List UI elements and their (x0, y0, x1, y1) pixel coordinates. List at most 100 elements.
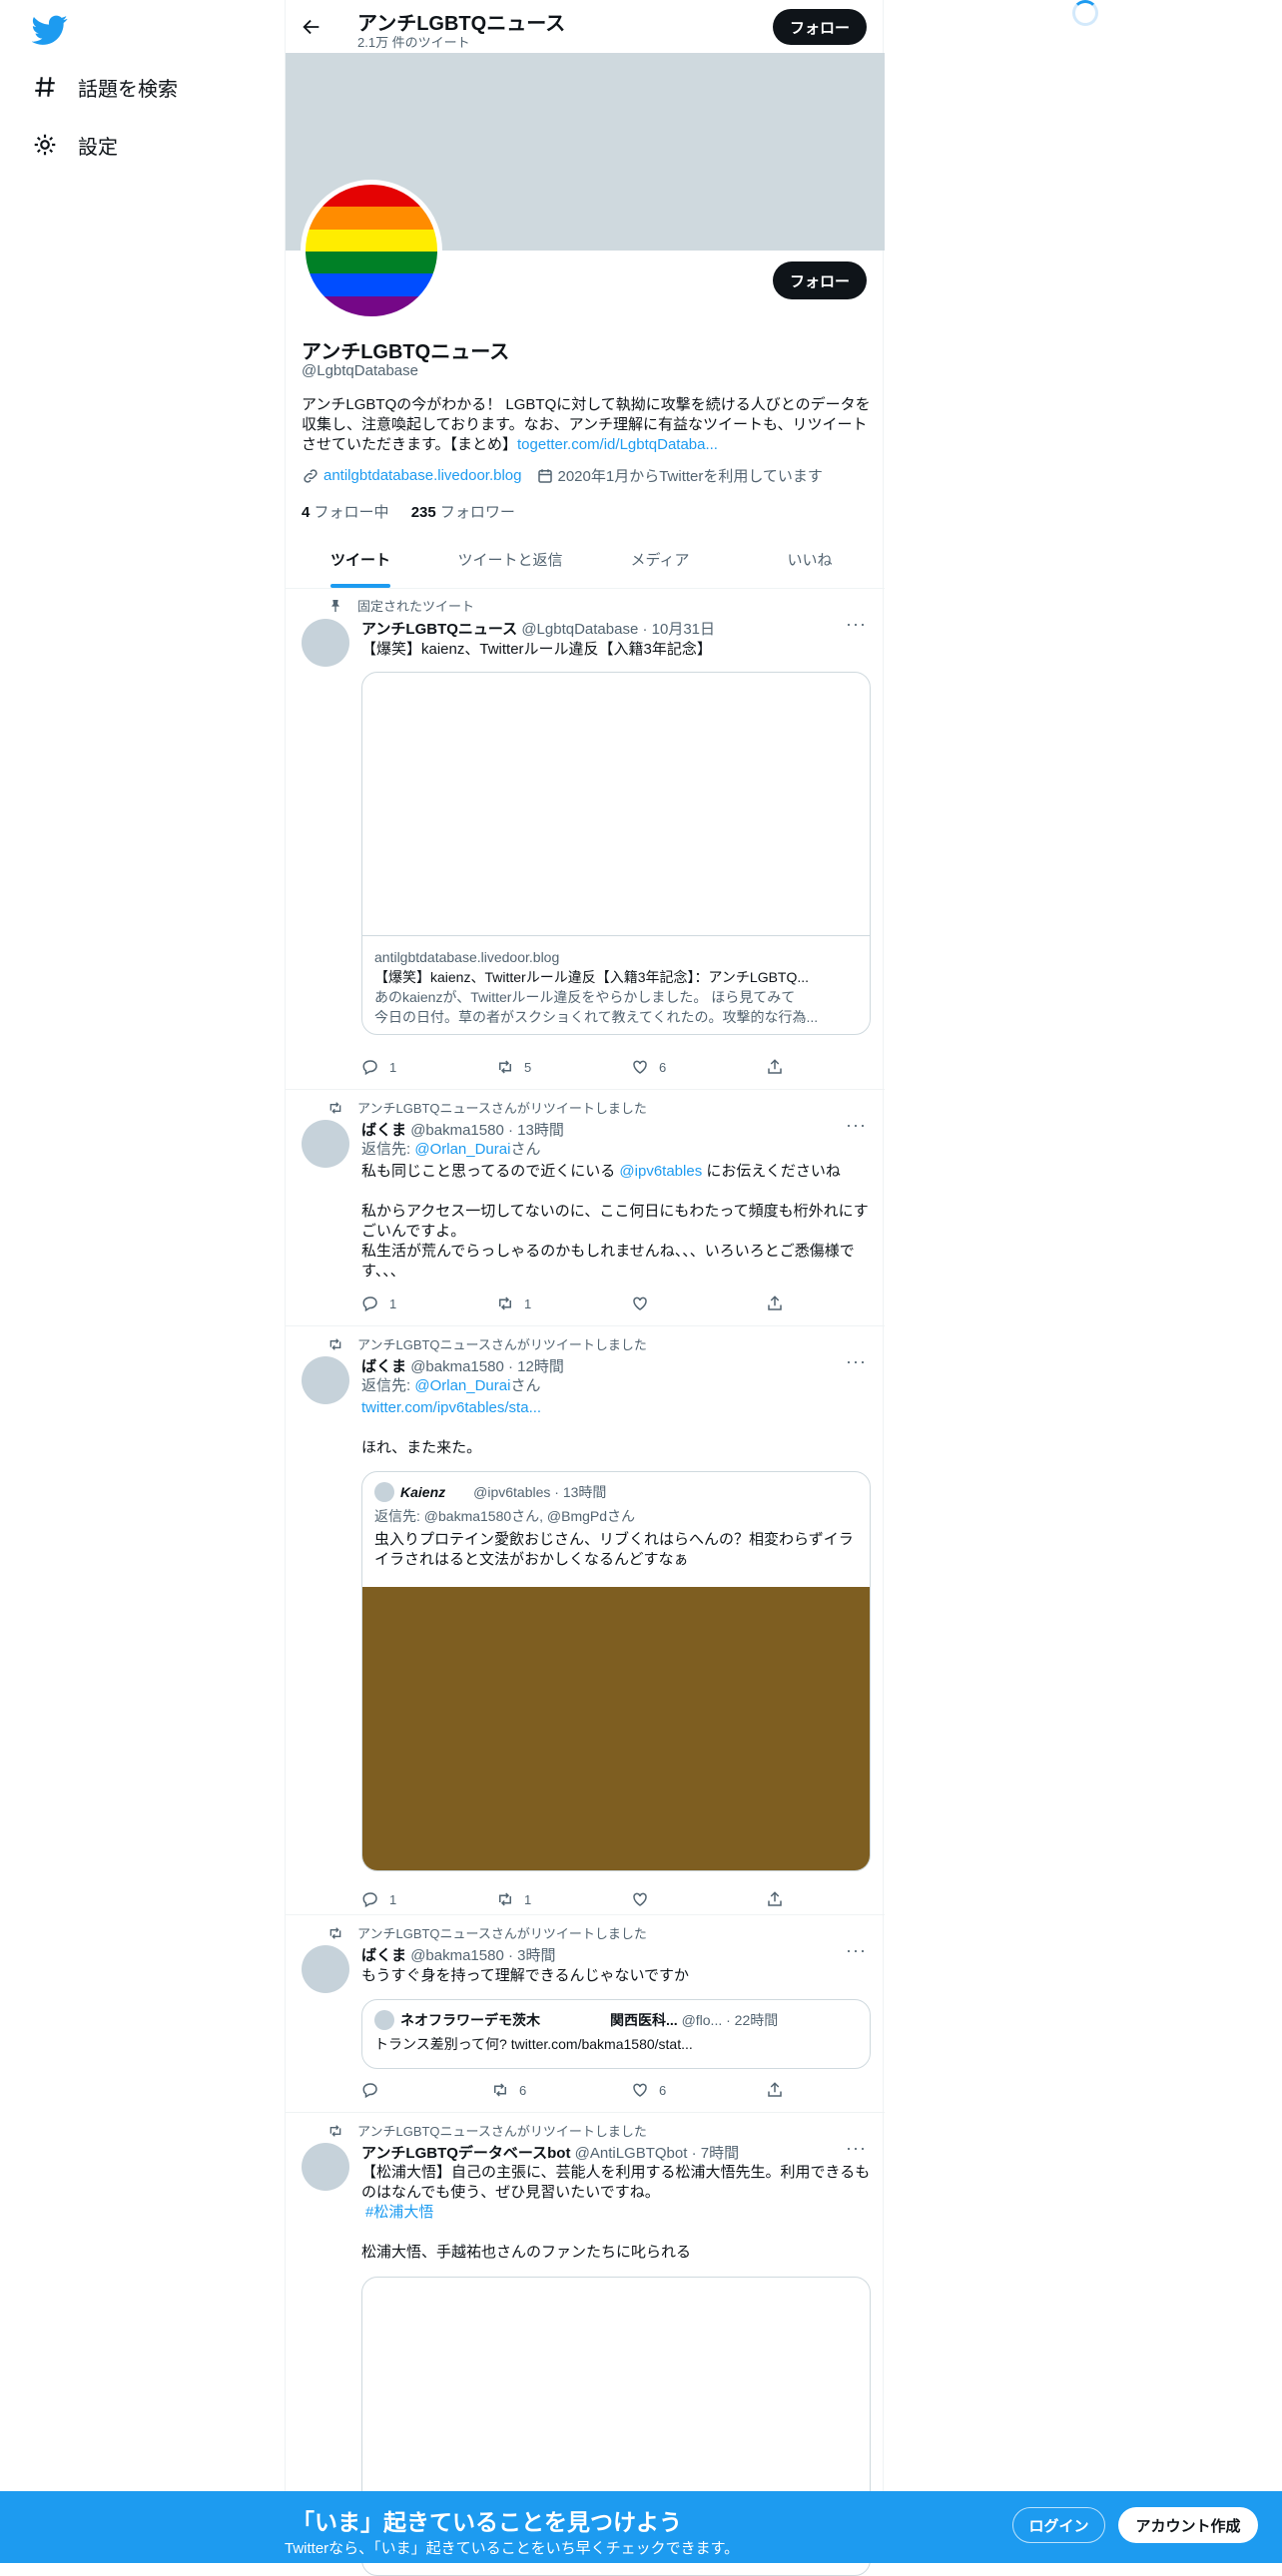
tweet-link[interactable]: twitter.com/ipv6tables/sta... (361, 1398, 871, 1418)
share-button[interactable] (766, 2081, 794, 2099)
quote-header: ネオフラワーデモ茨木 関西医科... @flo... · 22時間 (374, 2010, 858, 2030)
reply-button[interactable] (361, 2081, 389, 2099)
twitter-logo-icon[interactable] (32, 12, 68, 48)
bottom-bar-title: 「いま」起きていることを見つけよう (292, 2509, 682, 2535)
bio-link[interactable]: togetter.com/id/LgbtqDataba... (517, 436, 718, 453)
tweet-pinned[interactable]: 固定されたツイート アンチLGBTQニュース @LgbtqDatabase · … (286, 589, 885, 1090)
more-icon[interactable]: ··· (846, 614, 867, 635)
retweet-icon (329, 1926, 341, 1939)
quote-tweet[interactable]: ネオフラワーデモ茨木 関西医科... @flo... · 22時間 トランス差別… (361, 1999, 871, 2069)
retweet-label: アンチLGBTQニュースさんがリツイートしました (329, 1334, 647, 1353)
profile-joined: 2020年1月からTwitterを利用しています (557, 468, 823, 485)
card-title: 【爆笑】kaienz、Twitterルール違反【入籍3年記念】：アンチLGBTQ… (374, 969, 810, 985)
calendar-icon (537, 468, 552, 483)
share-button[interactable] (766, 1294, 794, 1312)
nav-explore[interactable]: 話題を検索 (32, 67, 178, 107)
tab-tweets-replies[interactable]: ツイートと返信 (435, 539, 585, 588)
tweet-header: ばくま @bakma1580 · 3時間 (361, 1947, 556, 1964)
avatar[interactable] (302, 2143, 349, 2191)
like-button[interactable] (631, 1294, 659, 1312)
more-icon[interactable]: ··· (846, 2138, 867, 2159)
profile-website-link[interactable]: antilgbtdatabase.livedoor.blog (323, 467, 522, 484)
retweet-icon (329, 1101, 341, 1114)
following-link[interactable]: 4 フォロー中 (302, 504, 389, 521)
profile-name: アンチLGBTQニュース (302, 341, 510, 363)
hashtag-link[interactable]: #松浦大悟 (365, 2203, 871, 2223)
mention-link[interactable]: @ipv6tables (619, 1163, 702, 1180)
reply-icon (362, 1060, 377, 1076)
retweet-icon (329, 1337, 341, 1350)
tab-likes[interactable]: いいね (735, 539, 885, 588)
profile-follow-button[interactable]: フォロー (773, 261, 867, 299)
avatar (374, 2010, 394, 2030)
hashtag-icon (35, 77, 55, 97)
quote-tweet[interactable]: Kaienz @ipv6tables · 13時間 返信先: @bakma158… (361, 1471, 871, 1871)
tweet-actions: 1 1 (361, 1890, 782, 1910)
header-tweet-count: 2.1万 件のツイート (357, 35, 470, 50)
retweet-button[interactable]: 6 (491, 2081, 526, 2099)
tweet-text: 返信先: @Orlan_Duraiさん 私も同じこと思ってるので近くにいる @i… (361, 1140, 871, 1282)
top-bar: アンチLGBTQニュース 2.1万 件のツイート フォロー (286, 0, 885, 53)
nav-settings[interactable]: 設定 (32, 125, 118, 165)
tweet-retweet[interactable]: アンチLGBTQニュースさんがリツイートしました ばくま @bakma1580 … (286, 1326, 885, 1915)
link-icon (304, 468, 318, 483)
reply-to: 返信先: @Orlan_Duraiさん (361, 1377, 541, 1394)
tweet-retweet[interactable]: アンチLGBTQニュースさんがリツイートしました ばくま @bakma1580 … (286, 1915, 885, 2113)
nav-settings-label: 設定 (78, 136, 118, 159)
heart-icon (633, 2083, 647, 2097)
tweet-header: ばくま @bakma1580 · 12時間 (361, 1358, 564, 1375)
more-icon[interactable]: ··· (846, 1940, 867, 1961)
quote-header: Kaienz @ipv6tables · 13時間 (374, 1482, 858, 1502)
link-card[interactable]: antilgbtdatabase.livedoor.blog 【爆笑】kaien… (361, 672, 871, 1035)
gear-icon (34, 134, 56, 156)
avatar[interactable] (302, 619, 349, 667)
avatar[interactable] (302, 1356, 349, 1404)
retweet-button[interactable]: 1 (496, 1890, 531, 1908)
like-button[interactable] (631, 1890, 659, 1908)
signup-button[interactable]: アカウント作成 (1118, 2507, 1258, 2543)
back-arrow-icon[interactable] (301, 16, 322, 38)
retweet-icon (494, 2083, 506, 2097)
quote-text: トランス差別って何? twitter.com/bakma1580/stat... (374, 2036, 693, 2052)
like-button[interactable]: 6 (631, 2081, 666, 2099)
retweet-icon (329, 2124, 341, 2137)
reply-button[interactable]: 1 (361, 1294, 396, 1312)
retweet-button[interactable]: 5 (496, 1058, 531, 1076)
retweet-label: アンチLGBTQニュースさんがリツイートしました (329, 2121, 647, 2140)
flag-stripe (306, 273, 437, 296)
more-icon[interactable]: ··· (846, 1115, 867, 1136)
like-button[interactable]: 6 (631, 1058, 666, 1076)
login-button[interactable]: ログイン (1012, 2507, 1105, 2543)
retweet-button[interactable]: 1 (496, 1294, 531, 1312)
tab-tweets[interactable]: ツイート (286, 539, 435, 588)
followers-link[interactable]: 235 フォロワー (411, 504, 515, 521)
nav-explore-label: 話題を検索 (78, 78, 178, 101)
more-icon[interactable]: ··· (846, 1351, 867, 1372)
share-button[interactable] (766, 1058, 794, 1076)
pinned-label: 固定されたツイート (331, 596, 474, 615)
quote-image[interactable] (362, 1587, 870, 1870)
reply-button[interactable]: 1 (361, 1890, 396, 1908)
tweet-header: アンチLGBTQニュース @LgbtqDatabase · 10月31日 (361, 621, 716, 638)
reply-icon (362, 1892, 377, 1908)
card-image (362, 673, 870, 936)
profile-bio: アンチLGBTQの今がわかる！ LGBTQに対して執拗に攻撃を続ける人びとのデー… (302, 395, 871, 455)
share-button[interactable] (766, 1890, 794, 1908)
avatar[interactable] (302, 1120, 349, 1168)
retweet-label: アンチLGBTQニュースさんがリツイートしました (329, 1098, 647, 1117)
retweet-label: アンチLGBTQニュースさんがリツイートしました (329, 1923, 647, 1942)
tweet-actions: 1 5 6 (361, 1058, 782, 1078)
tab-media[interactable]: メディア (585, 539, 735, 588)
tweet-actions: 6 6 (361, 2081, 782, 2101)
tweet-retweet[interactable]: アンチLGBTQニュースさんがリツイートしました ばくま @bakma1580 … (286, 1090, 885, 1326)
tweet-header: ばくま @bakma1580 · 13時間 (361, 1122, 564, 1139)
reply-icon (362, 2083, 377, 2099)
profile-tabs: ツイート ツイートと返信 メディア いいね (286, 539, 885, 589)
avatar[interactable] (302, 1945, 349, 1993)
header-follow-button[interactable]: フォロー (773, 9, 867, 45)
reply-button[interactable]: 1 (361, 1058, 396, 1076)
retweet-icon (499, 1296, 511, 1310)
reply-to: 返信先: @Orlan_Duraiさん (361, 1141, 541, 1158)
card-domain: antilgbtdatabase.livedoor.blog (374, 949, 560, 965)
profile-avatar[interactable] (301, 180, 442, 321)
